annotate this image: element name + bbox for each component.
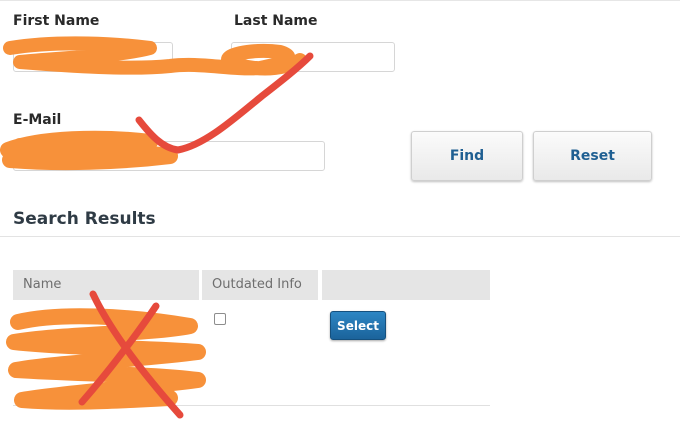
orange-scribble-result-name xyxy=(6,308,206,410)
section-divider xyxy=(0,236,680,237)
first-name-field[interactable] xyxy=(13,42,173,72)
column-header-outdated-info: Outdated Info xyxy=(202,270,318,300)
search-results-title: Search Results xyxy=(13,209,156,229)
email-label: E-Mail xyxy=(13,112,62,128)
last-name-label: Last Name xyxy=(234,13,318,29)
email-field[interactable] xyxy=(13,141,325,171)
red-cross-stroke-2 xyxy=(78,302,160,406)
first-name-label: First Name xyxy=(13,13,100,29)
red-cross-stroke-1 xyxy=(89,290,184,419)
table-row-divider xyxy=(13,405,490,406)
find-button[interactable]: Find xyxy=(411,131,523,181)
last-name-field[interactable] xyxy=(231,42,395,72)
column-header-name: Name xyxy=(13,270,199,300)
reset-button[interactable]: Reset xyxy=(533,131,652,181)
select-button[interactable]: Select xyxy=(330,311,386,340)
column-header-action xyxy=(322,270,490,300)
top-divider xyxy=(0,0,680,1)
outdated-info-checkbox[interactable] xyxy=(214,313,226,325)
